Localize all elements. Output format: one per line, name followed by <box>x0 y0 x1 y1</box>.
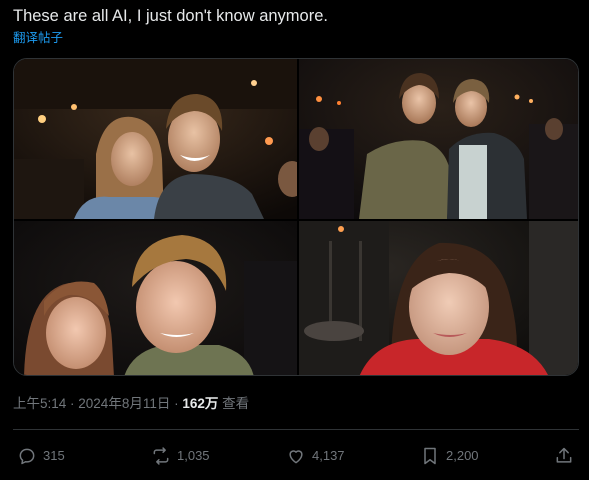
action-bar: 315 1,035 4,137 2,200 <box>13 441 579 471</box>
tweet-timestamp-link[interactable]: 上午5:14 · 2024年8月11日 <box>13 396 170 411</box>
meta-separator: · <box>66 396 79 411</box>
meta-separator-2: · <box>170 396 183 411</box>
tweet-text: These are all AI, I just don't know anym… <box>13 7 328 25</box>
repost-button[interactable]: 1,035 <box>151 441 210 471</box>
photo-woman-red-jacket-image <box>299 221 578 375</box>
photo-couple-image <box>14 59 297 219</box>
repost-count: 1,035 <box>177 448 210 463</box>
photo-4[interactable] <box>299 221 578 375</box>
tweet: These are all AI, I just don't know anym… <box>0 0 589 480</box>
tweet-time: 上午5:14 <box>13 396 67 411</box>
like-count: 4,137 <box>312 448 345 463</box>
photo-2[interactable] <box>299 59 578 219</box>
bookmark-button[interactable]: 2,200 <box>420 441 479 471</box>
photo-1[interactable] <box>14 59 297 219</box>
photo-two-men-image <box>299 59 578 219</box>
share-button[interactable] <box>554 441 580 471</box>
tweet-metadata: 上午5:14 · 2024年8月11日 · 162万 查看 <box>13 395 249 413</box>
photo-3[interactable] <box>14 221 297 375</box>
repost-icon <box>153 447 169 465</box>
translate-post-link[interactable]: 翻译帖子 <box>13 30 63 46</box>
bookmark-icon <box>424 447 436 465</box>
photo-young-man-woman-image <box>14 221 297 375</box>
reply-count: 315 <box>43 448 65 463</box>
reply-button[interactable]: 315 <box>17 441 65 471</box>
like-button[interactable]: 4,137 <box>286 441 345 471</box>
tweet-date: 2024年8月11日 <box>78 396 171 411</box>
reply-icon <box>19 448 35 465</box>
bookmark-count: 2,200 <box>446 448 479 463</box>
media-grid <box>13 58 579 376</box>
views-count: 162万 <box>182 396 219 411</box>
share-icon <box>556 447 572 463</box>
heart-icon <box>289 450 303 464</box>
views-label: 查看 <box>222 396 250 411</box>
divider <box>13 429 579 430</box>
